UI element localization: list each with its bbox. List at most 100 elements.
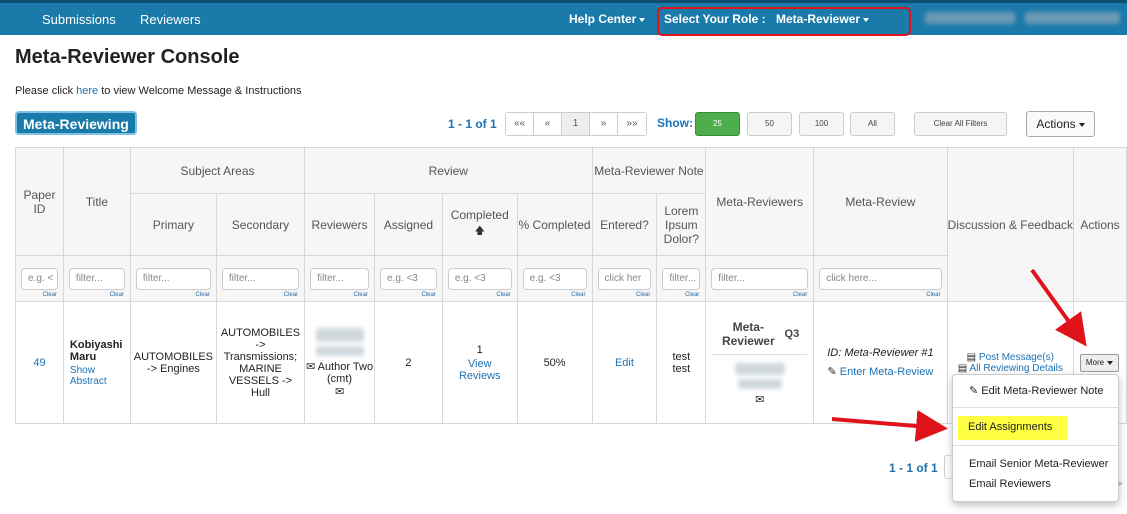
filter-cell: filter... Clear [304,255,375,302]
col-meta-review[interactable]: Meta-Review [813,147,948,256]
reviewer-entry: ✉ Author Two (cmt) [305,360,374,385]
lorem-cell: test test [656,301,707,424]
paper-id-link[interactable]: 49 [33,357,45,369]
filter-lorem[interactable]: filter... [662,267,701,290]
col-assigned[interactable]: Assigned [373,193,443,256]
filter-cell: e.g. <3 Clear [516,255,593,302]
page-size-50[interactable]: 50 [747,112,792,136]
clear-filter-link[interactable]: Clear [421,292,435,298]
intro-prefix: Please click [15,85,74,97]
bottom-pager-buttons[interactable] [944,455,952,479]
clear-filter-link[interactable]: Clear [571,292,585,298]
menu-edit-note-label: Edit Meta-Reviewer Note [981,385,1104,397]
clear-filter-link[interactable]: Clear [685,292,699,298]
nav-help-center[interactable]: Help Center [569,12,646,26]
menu-edit-meta-reviewer-note[interactable]: ✎ Edit Meta-Reviewer Note [969,384,1104,397]
clear-filter-link[interactable]: Clear [636,292,650,298]
filter-meta-reviewers[interactable]: filter... [711,267,809,290]
all-reviewing-details-link[interactable]: All Reviewing Details [969,363,1062,374]
enter-meta-review-link[interactable]: Enter Meta-Review [840,366,934,378]
page-size-100[interactable]: 100 [799,112,844,136]
filter-completed[interactable]: e.g. <3 [447,267,512,290]
menu-email-senior-meta-reviewer[interactable]: Email Senior Meta-Reviewer [969,458,1108,470]
col-reviewers[interactable]: Reviewers [304,193,375,256]
col-secondary[interactable]: Secondary [215,193,306,256]
filter-cell: e.g. <3 Clear [373,255,443,302]
col-completed[interactable]: Completed 🡅 [441,193,518,256]
envelope-icon[interactable]: ✉ [306,361,315,373]
filter-cell: click her Clear [591,255,658,302]
clear-filter-link[interactable]: Clear [110,292,124,298]
col-pct-completed[interactable]: % Completed [516,193,593,256]
pager-first[interactable]: «« [506,113,534,135]
edit-note-link[interactable]: Edit [615,357,634,369]
pager-last[interactable]: »» [618,113,646,135]
actions-dropdown-button[interactable]: Actions [1026,111,1095,137]
completed-cell: 1 View Reviews [441,301,518,424]
enter-meta-review[interactable]: ✎ Enter Meta-Review [814,365,946,378]
show-label: Show: [657,116,693,130]
nav-submissions[interactable]: Submissions [42,12,116,27]
filter-title[interactable]: filter... [68,267,125,290]
col-group-review: Review [304,147,593,194]
clear-filter-link[interactable]: Clear [284,292,298,298]
filter-meta-review[interactable]: click here... [819,267,942,290]
paper-id-cell: 49 [15,301,64,424]
secondary-area-cell: AUTOMOBILES -> Transmissions; MARINE VES… [215,301,306,424]
filter-paper-id[interactable]: e.g. < [21,267,58,290]
col-lorem[interactable]: Lorem Ipsum Dolor? [656,193,707,256]
all-reviewing-details[interactable]: ▤ All Reviewing Details [948,363,1073,374]
intro-text: Please click here to view Welcome Messag… [15,85,302,97]
clear-filter-link[interactable]: Clear [926,292,940,298]
role-highlight-box [657,7,911,36]
col-title[interactable]: Title [62,147,131,256]
filter-pct-completed[interactable]: e.g. <3 [522,267,587,290]
col-completed-label: Completed [450,208,509,222]
pager: «« « 1 » »» [505,112,647,136]
post-message-link[interactable]: Post Message(s) [979,352,1054,363]
col-primary[interactable]: Primary [129,193,217,256]
more-label: More [1085,358,1105,367]
help-center-label: Help Center [569,12,637,26]
more-button[interactable]: More [1080,354,1119,372]
welcome-link[interactable]: here [76,85,98,97]
clear-filter-link[interactable]: Clear [43,292,57,298]
view-reviews-link[interactable]: View Reviews [458,358,502,382]
envelope-icon[interactable]: ✉ [706,393,813,406]
edit-icon: ✎ [827,366,837,378]
col-meta-reviewers[interactable]: Meta-Reviewers [705,147,815,256]
meta-review-id: ID: Meta-Reviewer #1 [827,347,934,359]
filter-primary[interactable]: filter... [135,267,211,290]
filter-cell: filter... Clear [62,255,131,302]
menu-edit-assignments[interactable]: Edit Assignments [968,421,1052,433]
nav-reviewers[interactable]: Reviewers [140,12,201,27]
col-entered[interactable]: Entered? [591,193,658,256]
clear-filter-link[interactable]: Clear [793,292,807,298]
col-paper-id[interactable]: Paper ID [15,147,64,256]
pager-next[interactable]: » [590,113,618,135]
meta-reviewers-cell: Meta-Reviewer Q3 ✉ [705,301,815,424]
page-size-all[interactable]: All [850,112,895,136]
sort-ascending-icon: 🡅 [474,226,485,237]
meta-review-cell: ID: Meta-Reviewer #1 ✎ Enter Meta-Review [813,301,948,424]
page-size-25[interactable]: 25 [695,112,740,136]
clear-filter-link[interactable]: Clear [496,292,510,298]
envelope-icon[interactable]: ✉ [305,385,374,398]
clear-filter-link[interactable]: Clear [196,292,210,298]
section-badge: Meta-Reviewing [15,111,137,135]
chevron-down-icon [639,17,646,22]
post-message[interactable]: ▤ Post Message(s) [948,352,1073,363]
clear-filter-link[interactable]: Clear [354,292,368,298]
assigned-cell: 2 [373,301,443,424]
filter-secondary[interactable]: filter... [221,267,300,290]
show-abstract-link[interactable]: Show Abstract [70,365,124,387]
pager-page-1[interactable]: 1 [562,113,590,135]
filter-assigned[interactable]: e.g. <3 [379,267,437,290]
filter-cell: e.g. < Clear [15,255,64,302]
filter-reviewers[interactable]: filter... [310,267,369,290]
pager-prev[interactable]: « [534,113,562,135]
menu-email-reviewers[interactable]: Email Reviewers ▸ [969,478,1123,490]
filter-entered[interactable]: click her [597,267,652,290]
clear-all-filters-button[interactable]: Clear All Filters [914,112,1007,136]
completed-count: 1 [476,343,483,356]
